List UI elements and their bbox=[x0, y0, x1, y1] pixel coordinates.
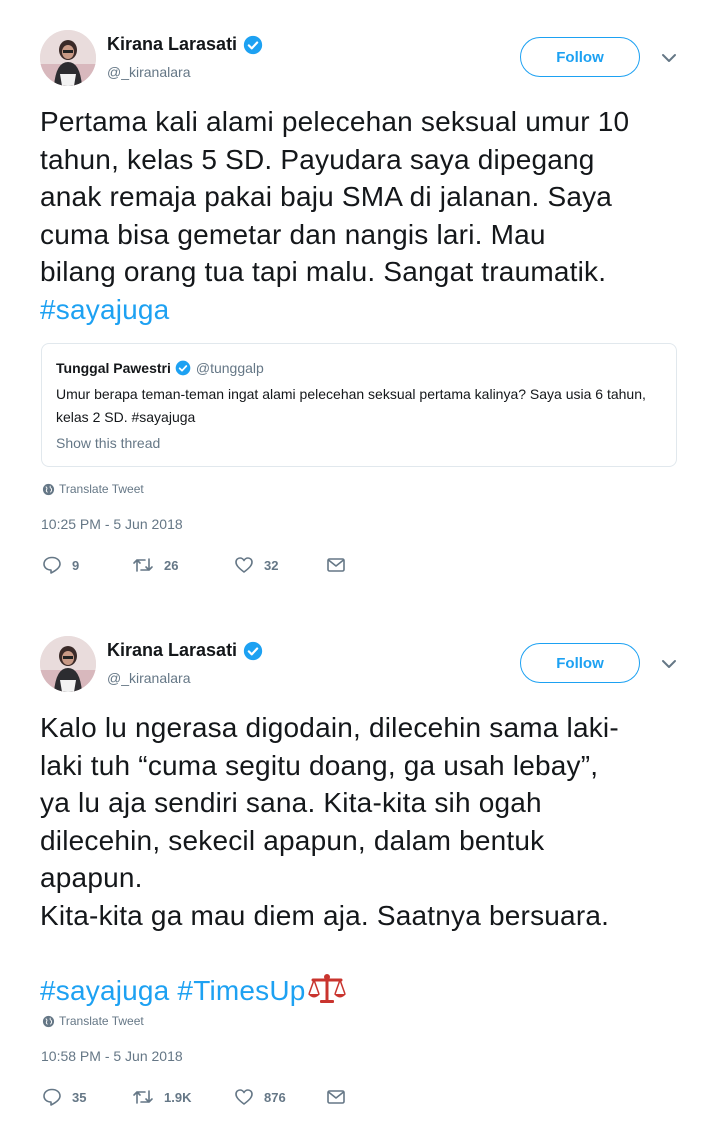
avatar[interactable] bbox=[40, 636, 96, 692]
author-name[interactable]: Kirana Larasati bbox=[107, 640, 237, 661]
follow-button[interactable]: Follow bbox=[520, 37, 640, 77]
tweet-text-line: ya lu aja sendiri sana. Kita-kita sih og… bbox=[40, 787, 542, 818]
avatar[interactable] bbox=[40, 30, 96, 86]
verified-icon bbox=[175, 360, 191, 376]
author-handle[interactable]: @_kiranalara bbox=[107, 670, 190, 686]
reply-count: 9 bbox=[72, 557, 80, 573]
tweet-text-line: Kalo lu ngerasa digodain, dilecehin sama… bbox=[40, 712, 619, 743]
retweet-icon bbox=[133, 1090, 153, 1104]
reply-button[interactable]: 35 bbox=[42, 1087, 132, 1107]
retweet-count: 1.9K bbox=[164, 1089, 192, 1105]
show-thread-link[interactable]: Show this thread bbox=[56, 435, 160, 451]
quoted-tweet[interactable]: Tunggal Pawestri @tunggalp Umur berapa t… bbox=[41, 343, 677, 467]
retweet-icon bbox=[133, 558, 153, 572]
translate-label: Translate Tweet bbox=[59, 1014, 144, 1028]
translate-label: Translate Tweet bbox=[59, 482, 144, 496]
translate-tweet-link[interactable]: Translate Tweet bbox=[42, 482, 144, 496]
tweet-text-line: laki tuh “cuma segitu doang, ga usah leb… bbox=[40, 749, 599, 781]
hashtag-link[interactable]: #sayajuga bbox=[40, 294, 169, 325]
tweet-text: Pertama kali alami pelecehan seksual umu… bbox=[40, 103, 690, 328]
tweet-text-line: tahun, kelas 5 SD. Payudara saya dipegan… bbox=[40, 143, 595, 175]
tweet-text-line: dilecehin, sekecil apapun, dalam bentuk bbox=[40, 824, 545, 856]
reply-icon bbox=[43, 556, 61, 574]
direct-message-button[interactable] bbox=[326, 556, 356, 574]
reply-count: 35 bbox=[72, 1089, 87, 1105]
like-count: 32 bbox=[264, 557, 279, 573]
like-button[interactable]: 876 bbox=[234, 1087, 326, 1107]
globe-icon bbox=[42, 1015, 55, 1027]
dm-icon bbox=[327, 558, 345, 572]
hashtag-link[interactable]: #sayajuga #TimesUp bbox=[40, 975, 306, 1006]
tweet-text-line: Pertama kali alami pelecehan seksual umu… bbox=[40, 106, 630, 137]
chevron-down-icon[interactable] bbox=[660, 655, 678, 673]
tweet-timestamp[interactable]: 10:58 PM - 5 Jun 2018 bbox=[41, 1048, 183, 1064]
tweet-text-line: cuma bisa gemetar dan nangis lari. Mau bbox=[40, 218, 546, 250]
follow-button[interactable]: Follow bbox=[520, 643, 640, 683]
reply-icon bbox=[43, 1088, 61, 1106]
like-icon bbox=[235, 1089, 253, 1105]
quoted-author-name: Tunggal Pawestri bbox=[56, 360, 171, 376]
like-button[interactable]: 32 bbox=[234, 555, 326, 575]
tweet-timestamp[interactable]: 10:25 PM - 5 Jun 2018 bbox=[41, 516, 183, 532]
author-name[interactable]: Kirana Larasati bbox=[107, 34, 237, 55]
tweet-text-line: bilang orang tua tapi malu. Sangat traum… bbox=[40, 256, 607, 287]
translate-tweet-link[interactable]: Translate Tweet bbox=[42, 1014, 144, 1028]
retweet-count: 26 bbox=[164, 557, 179, 573]
author-handle[interactable]: @_kiranalara bbox=[107, 64, 190, 80]
retweet-button[interactable]: 1.9K bbox=[132, 1087, 234, 1107]
scales-emoji bbox=[307, 973, 346, 1003]
tweet-text: Kalo lu ngerasa digodain, dilecehin sama… bbox=[40, 709, 690, 1009]
dm-icon bbox=[327, 1090, 345, 1104]
direct-message-button[interactable] bbox=[326, 1088, 356, 1106]
like-count: 876 bbox=[264, 1089, 286, 1105]
tweet-text-line: anak remaja pakai baju SMA di jalanan. S… bbox=[40, 181, 613, 212]
tweet-text-line: apapun. bbox=[40, 862, 143, 893]
tweet-actions: 9 26 32 bbox=[42, 555, 356, 575]
reply-button[interactable]: 9 bbox=[42, 555, 132, 575]
like-icon bbox=[235, 557, 253, 573]
chevron-down-icon[interactable] bbox=[660, 49, 678, 67]
quoted-author-handle: @tunggalp bbox=[195, 360, 264, 376]
tweet-actions: 35 1.9K 876 bbox=[42, 1087, 356, 1107]
globe-icon bbox=[42, 483, 55, 495]
quoted-tweet-text: Umur berapa teman-teman ingat alami pele… bbox=[56, 386, 646, 425]
tweet-text-line: Kita-kita ga mau diem aja. Saatnya bersu… bbox=[40, 899, 610, 931]
retweet-button[interactable]: 26 bbox=[132, 555, 234, 575]
verified-icon bbox=[243, 641, 263, 660]
verified-icon bbox=[243, 35, 263, 54]
